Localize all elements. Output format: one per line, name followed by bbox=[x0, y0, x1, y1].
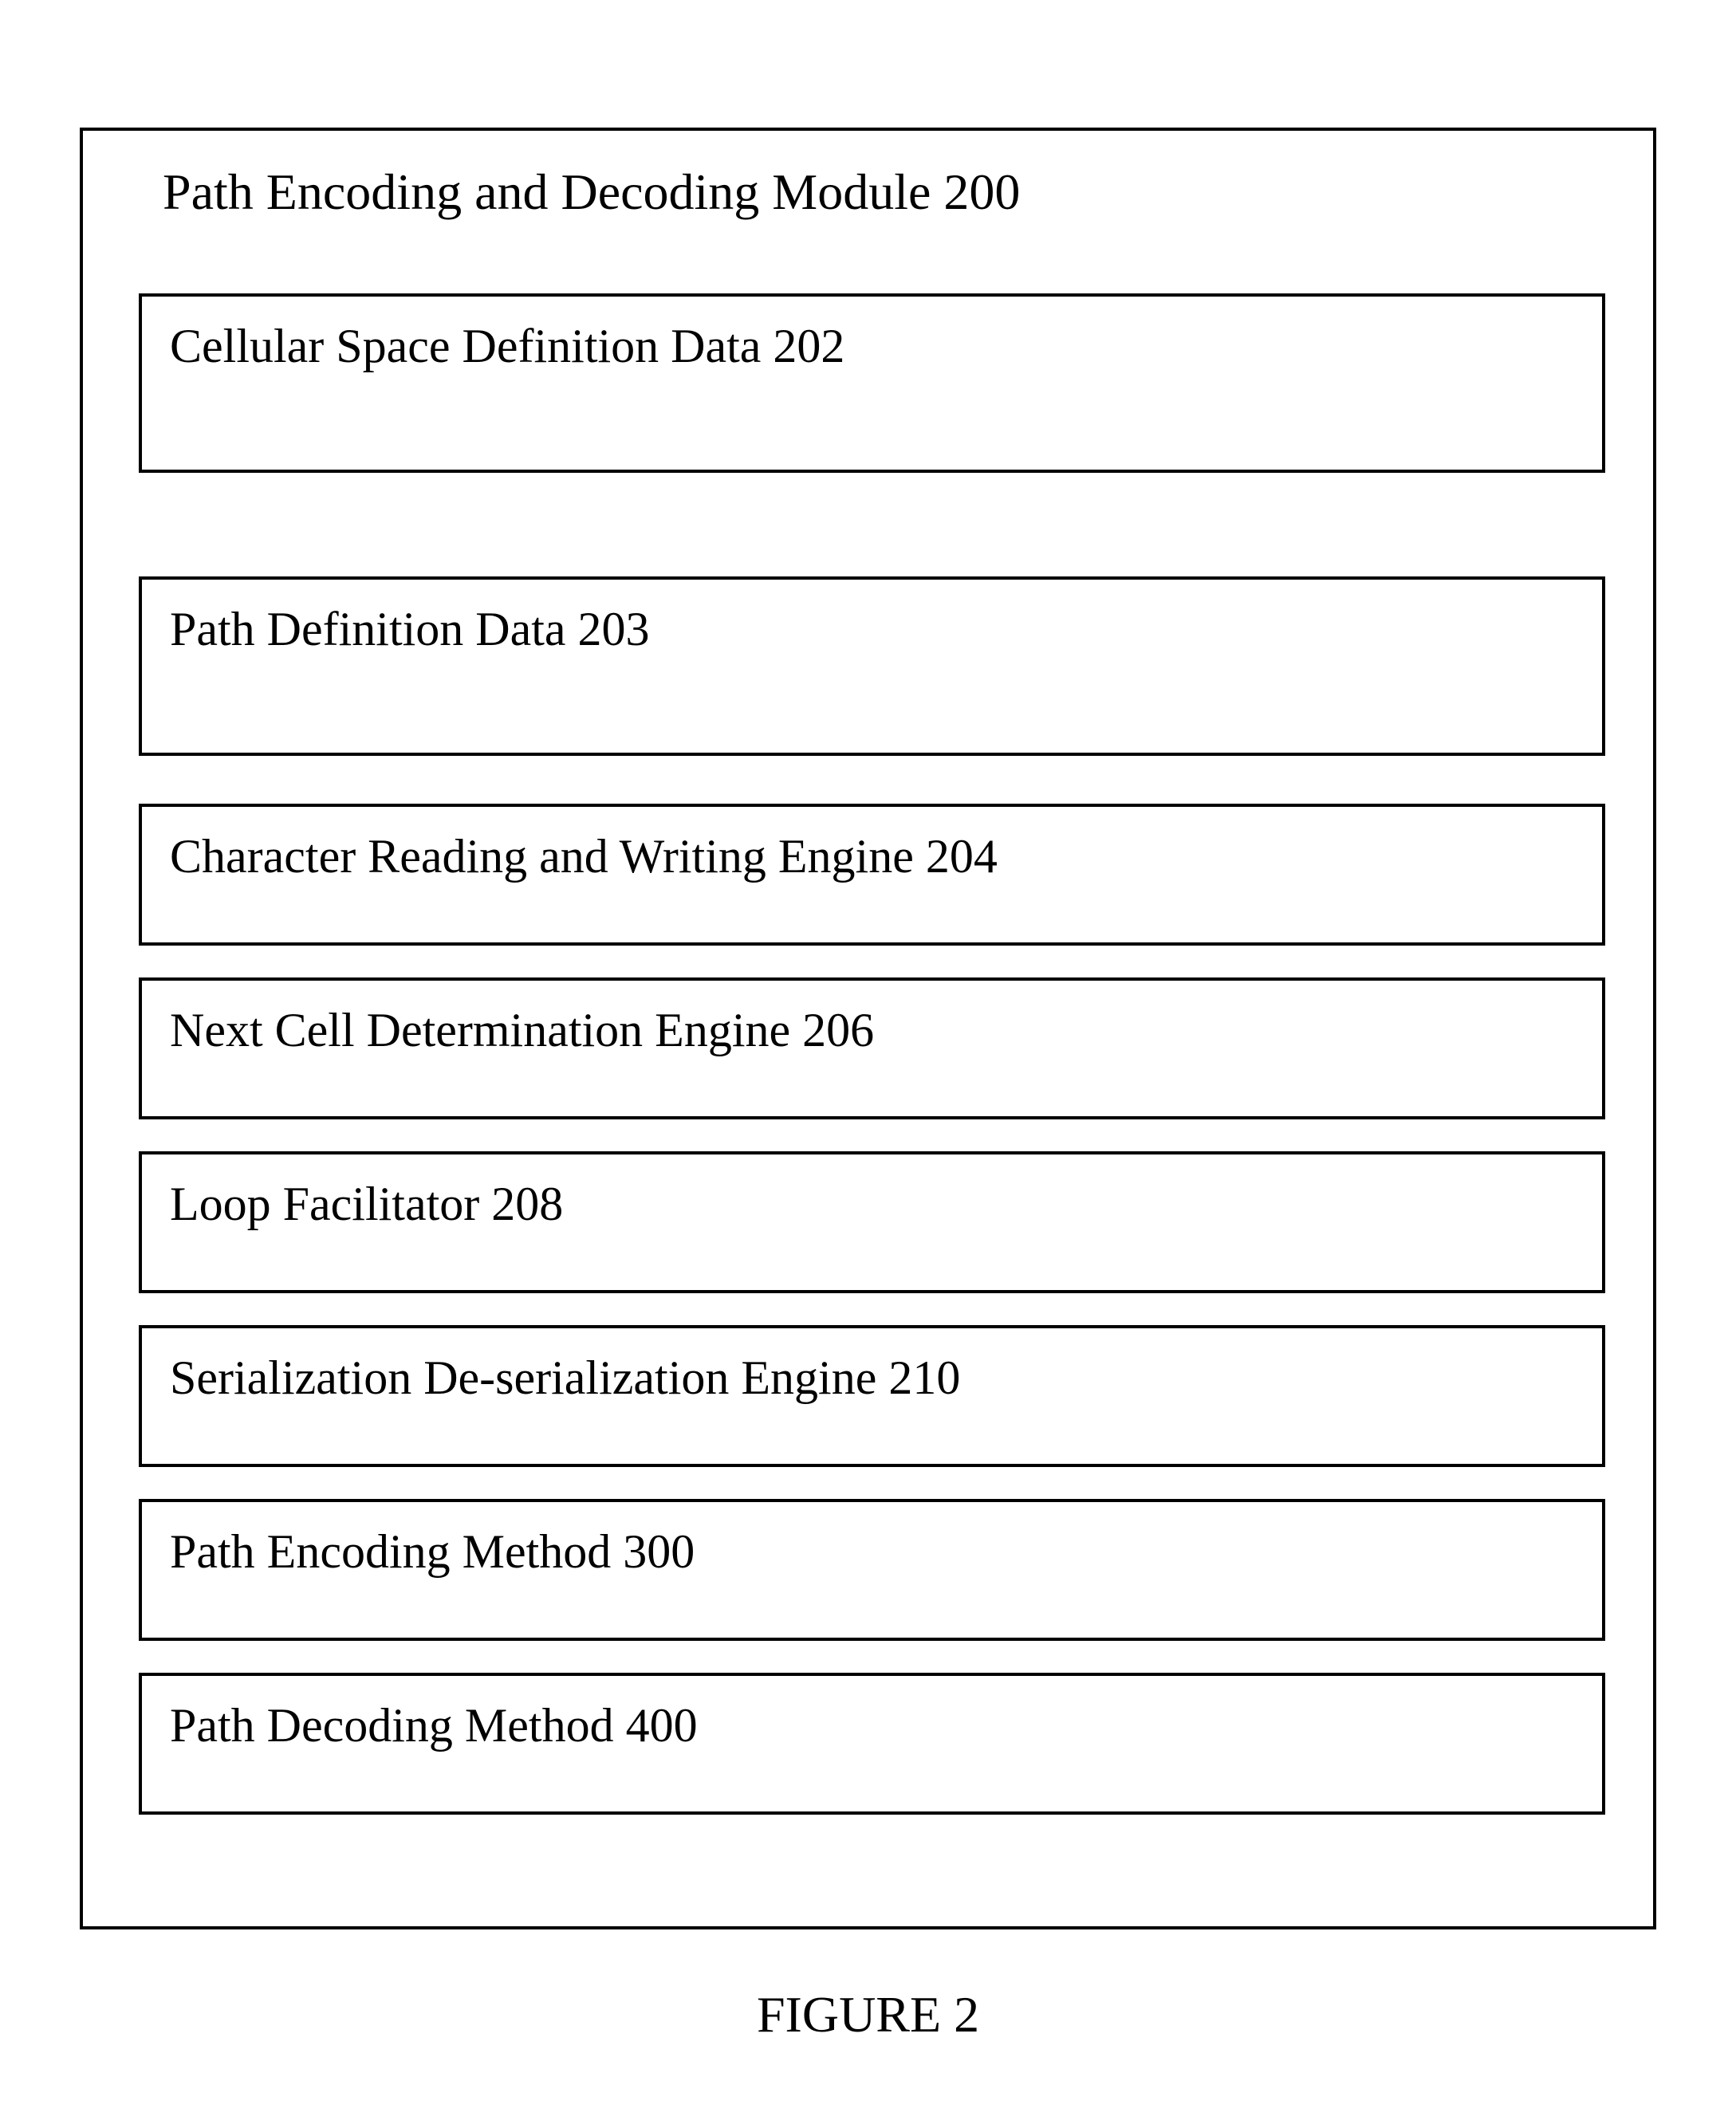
box-loop-facilitator-208: Loop Facilitator 208 bbox=[139, 1151, 1605, 1293]
box-serialization-deserialization-engine-210: Serialization De-serialization Engine 21… bbox=[139, 1325, 1605, 1467]
box-cellular-space-definition-data-202: Cellular Space Definition Data 202 bbox=[139, 293, 1605, 473]
box-next-cell-determination-engine-206: Next Cell Determination Engine 206 bbox=[139, 977, 1605, 1119]
box-path-definition-data-203: Path Definition Data 203 bbox=[139, 576, 1605, 756]
box-path-decoding-method-400: Path Decoding Method 400 bbox=[139, 1673, 1605, 1815]
box-character-reading-writing-engine-204: Character Reading and Writing Engine 204 bbox=[139, 804, 1605, 946]
page: Path Encoding and Decoding Module 200 Ce… bbox=[0, 0, 1736, 2124]
module-title: Path Encoding and Decoding Module 200 bbox=[139, 163, 1605, 222]
module-container: Path Encoding and Decoding Module 200 Ce… bbox=[80, 128, 1656, 1929]
box-path-encoding-method-300: Path Encoding Method 300 bbox=[139, 1499, 1605, 1641]
figure-caption: FIGURE 2 bbox=[80, 1985, 1656, 2044]
